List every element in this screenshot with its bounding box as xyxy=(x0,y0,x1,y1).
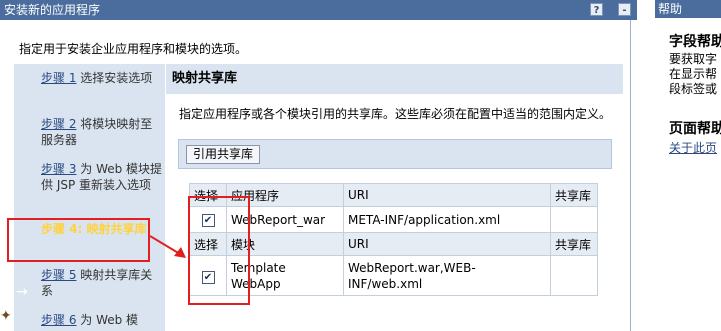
field-help-heading: 字段帮助 xyxy=(669,34,721,50)
panel-border xyxy=(630,20,631,331)
title-bar: 安装新的应用程序 ? - xyxy=(0,0,637,20)
table-header-row: 选择 应用程序 URI 共享库 xyxy=(189,183,598,207)
page-subtitle: 指定用于安装企业应用程序和模块的选项。 xyxy=(19,42,248,56)
section-title: 映射共享库 xyxy=(166,64,623,94)
current-step-arrow-icon: → xyxy=(16,284,28,300)
steps-sidebar: 步骤 1 选择安装选项 步骤 2 将模块映射至服务器 步骤 3 为 Web 模块… xyxy=(14,64,165,331)
button-bar: 引用共享库 xyxy=(178,139,612,169)
panel-title: 安装新的应用程序 xyxy=(4,3,101,17)
help-text-line: 段标签或 xyxy=(669,82,718,96)
reference-shared-libraries-button[interactable]: 引用共享库 xyxy=(186,145,261,164)
annotation-highlight-checkboxes xyxy=(188,196,250,305)
help-text-line: 要获取字 xyxy=(669,52,718,66)
help-panel: 帮助 字段帮助 要获取字 在显示帮 段标签或 页面帮助 关于此页 xyxy=(655,0,721,331)
table-header-row: 选择 模块 URI 共享库 xyxy=(189,232,598,256)
table-row: ✔ WebReport_war META-INF/application.xml xyxy=(189,206,598,233)
page-help-heading: 页面帮助 xyxy=(669,121,721,137)
minimize-button[interactable]: - xyxy=(618,3,631,16)
help-title: 帮助 xyxy=(655,0,721,18)
col-shared-library: 共享库 xyxy=(550,183,598,207)
help-text-line: 在显示帮 xyxy=(669,67,718,81)
col-uri: URI xyxy=(343,232,551,256)
star-icon: ✦ xyxy=(0,308,12,324)
step-3-link[interactable]: 步骤 3 xyxy=(41,162,76,176)
uri-cell: META-INF/application.xml xyxy=(343,206,551,233)
step-1[interactable]: 步骤 1 选择安装选项 xyxy=(41,70,163,86)
step-2[interactable]: 步骤 2 将模块映射至服务器 xyxy=(41,116,163,148)
annotation-highlight-step xyxy=(7,218,150,262)
shared-lib-cell xyxy=(550,206,598,233)
step-5-link[interactable]: 步骤 5 xyxy=(41,268,76,282)
step-2-link[interactable]: 步骤 2 xyxy=(41,117,76,131)
col-uri: URI xyxy=(343,183,551,207)
shared-lib-cell xyxy=(550,255,598,296)
shared-library-table: 选择 应用程序 URI 共享库 ✔ WebReport_war META-INF… xyxy=(189,183,598,296)
step-6[interactable]: 步骤 6 为 Web 模 xyxy=(41,312,163,328)
step-1-label: 选择安装选项 xyxy=(76,71,153,85)
step-1-link[interactable]: 步骤 1 xyxy=(41,71,76,85)
uri-cell: WebReport.war,WEB-INF/web.xml xyxy=(343,255,551,296)
annotation-arrow-icon xyxy=(150,235,186,258)
step-6-link[interactable]: 步骤 6 xyxy=(41,313,76,327)
install-panel: 安装新的应用程序 ? - 指定用于安装企业应用程序和模块的选项。 步骤 1 选择… xyxy=(0,0,637,331)
table-row: ✔ Template WebApp WebReport.war,WEB-INF/… xyxy=(189,255,598,296)
section-description: 指定应用程序或各个模块引用的共享库。这些库必须在配置中适当的范围内定义。 xyxy=(179,107,612,121)
about-page-link[interactable]: 关于此页 xyxy=(669,139,717,156)
step-5[interactable]: 步骤 5 映射共享库关系 xyxy=(41,267,163,299)
step-3[interactable]: 步骤 3 为 Web 模块提供 JSP 重新装入选项 xyxy=(41,161,163,193)
step-6-label: 为 Web 模 xyxy=(76,313,139,327)
col-shared-library: 共享库 xyxy=(550,232,598,256)
help-button[interactable]: ? xyxy=(590,3,603,16)
